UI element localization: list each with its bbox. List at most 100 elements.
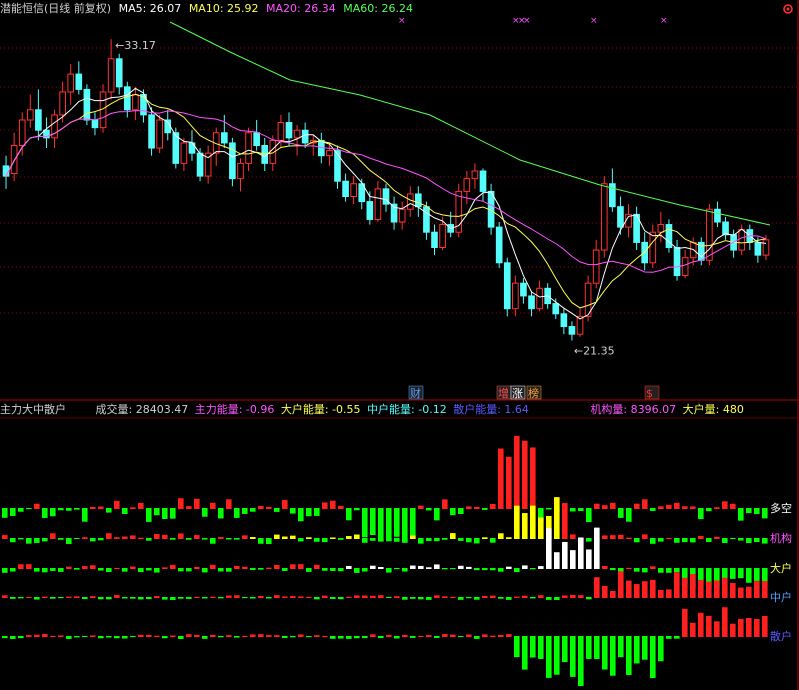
candle-body	[26, 109, 34, 121]
indicator-bar-mid	[714, 580, 720, 598]
indicator-bar-longshort	[466, 506, 472, 509]
indicator-bar-institution	[170, 538, 176, 540]
indicator-bar-retail	[746, 617, 752, 637]
indicator-bar-longshort	[226, 499, 232, 509]
indicator-bar-institution	[226, 538, 232, 540]
indicator-bar-mid	[458, 597, 464, 600]
indicator-row-label: 多空	[770, 501, 792, 515]
indicator-bar-mid	[642, 581, 648, 598]
indicator-bar-institution	[490, 538, 496, 543]
indicator-bar-institution	[290, 535, 296, 539]
indicator-bar-longshort	[658, 506, 664, 509]
indicator-bar-institution	[642, 534, 648, 539]
stock-chart[interactable]: ←33.17←21.35× ××× × ×财增涨榜 $多空机构大户中户散户	[0, 0, 799, 690]
indicator-bar-mid	[650, 579, 656, 598]
indicator-bar-retail	[346, 636, 352, 639]
indicator-bar-longshort	[610, 502, 616, 509]
indicator-row-label: 中户	[770, 590, 792, 604]
indicator-bar-big	[34, 568, 40, 572]
indicator-bar-retail	[154, 635, 160, 637]
indicator-bar-big	[586, 549, 592, 569]
candle-body	[67, 73, 75, 93]
indicator-bar-big	[218, 568, 224, 572]
indicator-bar-institution	[554, 497, 560, 539]
indicator-bar-institution	[610, 535, 616, 539]
indicator-bar-retail	[666, 636, 672, 639]
indicator-bar-institution	[682, 538, 688, 543]
candle-body	[115, 58, 123, 88]
indicator-bar-institution	[306, 537, 312, 539]
indicator-bar-mid	[138, 597, 144, 600]
indicator-bar-big	[338, 568, 344, 572]
indicator-bar-longshort	[58, 508, 64, 511]
event-marker: 财	[410, 386, 421, 400]
indicator-bar-institution	[50, 533, 56, 539]
indicator-bar-institution	[282, 536, 288, 539]
indicator-bar-retail	[602, 636, 608, 670]
indicator-bar-big	[602, 565, 608, 569]
indicator-bar-retail	[450, 634, 456, 637]
indicator-bar-mid	[482, 595, 488, 598]
indicator-bar-institution	[362, 538, 368, 543]
indicator-bar-institution	[18, 538, 24, 540]
indicator-bar-big	[42, 568, 48, 573]
indicator-bar-mid	[314, 597, 320, 600]
candle-body	[180, 142, 188, 164]
indicator-bar-big	[482, 568, 488, 571]
indicator-bar-longshort	[410, 508, 416, 539]
indicator-bar-retail	[442, 634, 448, 637]
indicator-bar-big	[298, 564, 304, 569]
signal-x-marker: ×	[590, 16, 598, 26]
candle-body	[342, 180, 349, 197]
indicator-bar-longshort	[506, 456, 512, 509]
indicator-bar-institution	[330, 537, 336, 539]
indicator-bar-retail	[26, 635, 32, 637]
indicator-bar-retail	[698, 612, 704, 637]
indicator-bar-mid	[362, 595, 368, 598]
indicator-bar-institution	[698, 535, 704, 539]
indicator-bar-longshort	[74, 508, 80, 510]
indicator-bar-longshort	[690, 506, 696, 509]
candle-body	[722, 221, 729, 236]
indicator-bar-mid	[754, 581, 760, 598]
candle-body	[91, 119, 99, 129]
indicator-bar-big	[306, 568, 312, 572]
indicator-bar-mid	[658, 589, 664, 598]
indicator-bar-institution	[754, 538, 760, 542]
indicator-bar-mid	[410, 597, 416, 599]
indicator-bar-longshort	[242, 508, 248, 514]
indicator-bar-retail	[90, 635, 96, 637]
indicator-bar-institution	[266, 538, 272, 544]
indicator-bar-mid	[42, 596, 48, 598]
indicator-bar-institution	[146, 538, 152, 541]
indicator-bar-longshort	[298, 508, 304, 522]
indicator-bar-retail	[626, 636, 632, 675]
indicator-bar-institution	[42, 538, 48, 542]
indicator-bar-institution	[506, 537, 512, 539]
indicator-bar-big	[514, 568, 520, 573]
indicator-bar-big	[378, 567, 384, 569]
indicator-bar-retail	[122, 636, 128, 639]
indicator-bar-longshort	[26, 508, 32, 510]
candle-body	[123, 86, 131, 111]
indicator-bar-retail	[50, 635, 56, 637]
indicator-bar-big	[754, 568, 760, 581]
indicator-bar-big	[266, 567, 272, 569]
indicator-bar-institution	[58, 538, 64, 540]
indicator-bar-longshort	[250, 508, 256, 512]
indicator-bar-longshort	[762, 508, 768, 519]
indicator-bar-big	[138, 568, 144, 573]
indicator-bar-retail	[74, 636, 80, 638]
candle-body	[617, 206, 624, 228]
indicator-bar-big	[330, 568, 336, 571]
indicator-bar-longshort	[266, 506, 272, 509]
indicator-bar-mid	[762, 580, 768, 598]
candle-body	[479, 170, 487, 192]
indicator-bar-institution	[498, 533, 504, 539]
indicator-bar-longshort	[274, 508, 280, 512]
indicator-bar-big	[394, 568, 400, 570]
indicator-bar-longshort	[34, 503, 40, 509]
indicator-bar-longshort	[50, 508, 56, 517]
indicator-bar-retail	[482, 634, 488, 637]
indicator-bar-big	[162, 567, 168, 569]
